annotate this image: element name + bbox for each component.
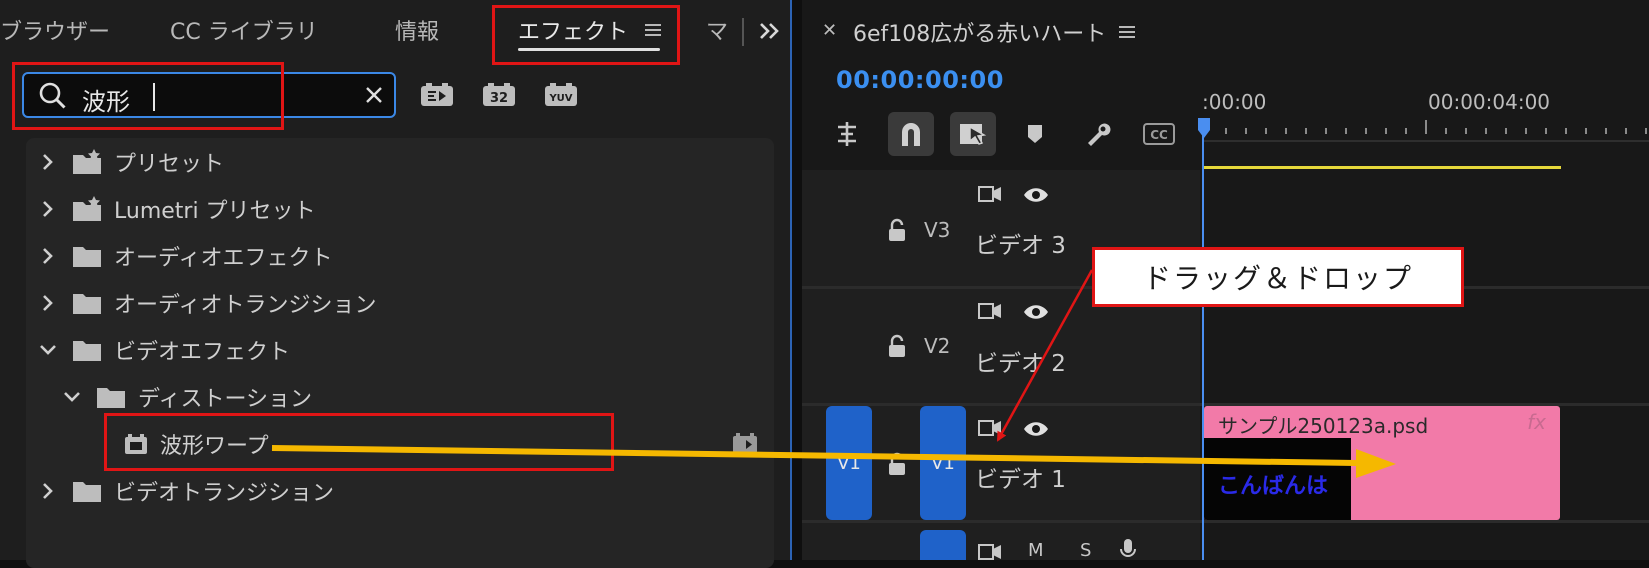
highlight-search [12,62,284,130]
yuv-effects-icon[interactable]: YUV [544,82,578,112]
captions-button[interactable]: CC [1136,112,1182,156]
eye-icon[interactable] [1022,420,1050,442]
chevron-right-icon[interactable] [38,247,58,265]
tab-info[interactable]: 情報 [395,14,439,46]
work-area-bar[interactable] [1204,166,1561,169]
tabs-overflow-icon[interactable] [758,20,780,46]
tree-item-lumetri-presets[interactable]: Lumetri プリセット [38,189,316,229]
folder-icon [72,479,102,503]
snap-toggle[interactable] [888,112,934,156]
chevron-right-icon[interactable] [38,200,58,218]
tree-label: プリセット [114,152,225,177]
tree-item-audio-transitions[interactable]: オーディオトランジション [38,283,376,323]
folder-icon [96,385,126,409]
tree-label: オーディオエフェクト [114,246,333,271]
folder-icon [72,291,102,315]
tree-label: ビデオエフェクト [114,340,291,365]
tree-label: Lumetri プリセット [114,199,316,224]
accelerated-effects-icon[interactable] [420,82,454,112]
tab-markers[interactable]: マ [706,14,728,46]
svg-text:32: 32 [490,91,508,106]
tree-item-audio-effects[interactable]: オーディオエフェクト [38,236,332,276]
solo-button[interactable]: S [1080,540,1091,561]
track-name-v2: ビデオ 2 [975,351,1066,377]
panel-menu-icon[interactable] [1118,24,1136,44]
track-id-v2[interactable]: V2 [924,334,950,358]
tree-label: ディストーション [138,387,313,412]
toggle-sync-lock-icon[interactable] [977,418,1003,442]
fx-badge-icon[interactable]: fx [1527,410,1546,434]
ruler-label-4s: 00:00:04:00 [1428,90,1551,114]
toggle-sync-lock-icon[interactable] [977,301,1003,325]
tab-browser[interactable]: ブラウザー [0,14,110,46]
cc-icon: CC [1143,123,1175,145]
tab-cc-libraries[interactable]: CC ライブラリ [170,14,318,46]
effects-panel: ブラウザー CC ライブラリ 情報 エフェクト マ 波形 32 YUV プリセッ… [0,0,792,568]
clip-thumbnail: こんばんは [1204,438,1351,520]
tree-label: オーディオトランジション [114,293,377,318]
microphone-icon[interactable] [1120,538,1136,564]
highlight-effects-tab [492,5,680,65]
playhead-handle-icon[interactable] [1196,116,1212,140]
source-patch-v1[interactable]: V1 [826,406,872,520]
lock-icon[interactable] [886,452,908,481]
tree-item-video-transitions[interactable]: ビデオトランジション [38,471,334,511]
linked-selection-icon [960,124,987,145]
timeline-clip[interactable]: サンプル250123a.psd fx こんばんは [1204,406,1560,520]
eye-icon[interactable] [1022,303,1050,325]
track-target-a1[interactable] [920,530,966,560]
ruler-baseline [1204,140,1649,142]
chevron-down-icon[interactable] [62,391,82,403]
thumbnail-text: こんばんは [1218,474,1329,499]
tree-label: ビデオトランジション [114,481,335,506]
chevron-right-icon[interactable] [38,482,58,500]
mute-button[interactable]: M [1028,540,1044,561]
preset-folder-icon [72,149,102,175]
tab-divider [742,18,744,46]
sequence-tab-title[interactable]: 6ef108広がる赤いハート [853,16,1106,48]
add-marker-button[interactable] [1012,112,1058,156]
toggle-sync-lock-icon[interactable] [977,184,1003,208]
drag-drop-callout: ドラッグ＆ドロップ [1092,247,1464,307]
ruler-label-start: :00:00 [1202,90,1267,114]
chevron-down-icon[interactable] [38,344,58,356]
chevron-right-icon[interactable] [38,153,58,171]
32bit-color-icon[interactable]: 32 [482,82,516,112]
insert-nest-button[interactable] [824,112,870,156]
accelerated-badge-icon [732,432,758,458]
timeline-settings-button[interactable] [1074,112,1120,156]
track-name-v3: ビデオ 3 [975,233,1066,259]
magnet-icon [902,123,920,146]
folder-icon [72,244,102,268]
tree-item-video-effects[interactable]: ビデオエフェクト [38,330,290,370]
marker-icon [1028,125,1042,143]
nest-icon [838,122,856,146]
time-ruler[interactable]: :00:00 00:00:04:00 [1198,90,1649,140]
playhead-timecode[interactable]: 00:00:00:00 [836,66,1004,94]
preset-folder-icon [72,196,102,222]
track-name-v1: ビデオ 1 [975,467,1066,493]
tree-item-distortion[interactable]: ディストーション [62,377,312,417]
linked-selection-toggle[interactable] [950,112,996,156]
highlight-wave-warp [104,413,614,471]
clip-name: サンプル250123a.psd [1218,414,1429,438]
lock-icon[interactable] [886,218,908,247]
lock-icon[interactable] [886,334,908,363]
svg-text:CC: CC [1150,128,1168,142]
track-id-v3[interactable]: V3 [924,218,950,242]
toggle-sync-lock-icon[interactable] [977,542,1003,564]
folder-icon [72,338,102,362]
ruler-ticks [1205,120,1647,134]
wrench-icon [1088,123,1111,146]
tree-item-presets[interactable]: プリセット [38,142,224,182]
close-sequence-icon[interactable]: ✕ [822,20,837,41]
track-target-v1[interactable]: V1 [920,406,966,520]
svg-text:YUV: YUV [548,93,572,104]
clear-search-icon[interactable] [364,85,384,109]
eye-icon[interactable] [1022,186,1050,208]
chevron-right-icon[interactable] [38,294,58,312]
